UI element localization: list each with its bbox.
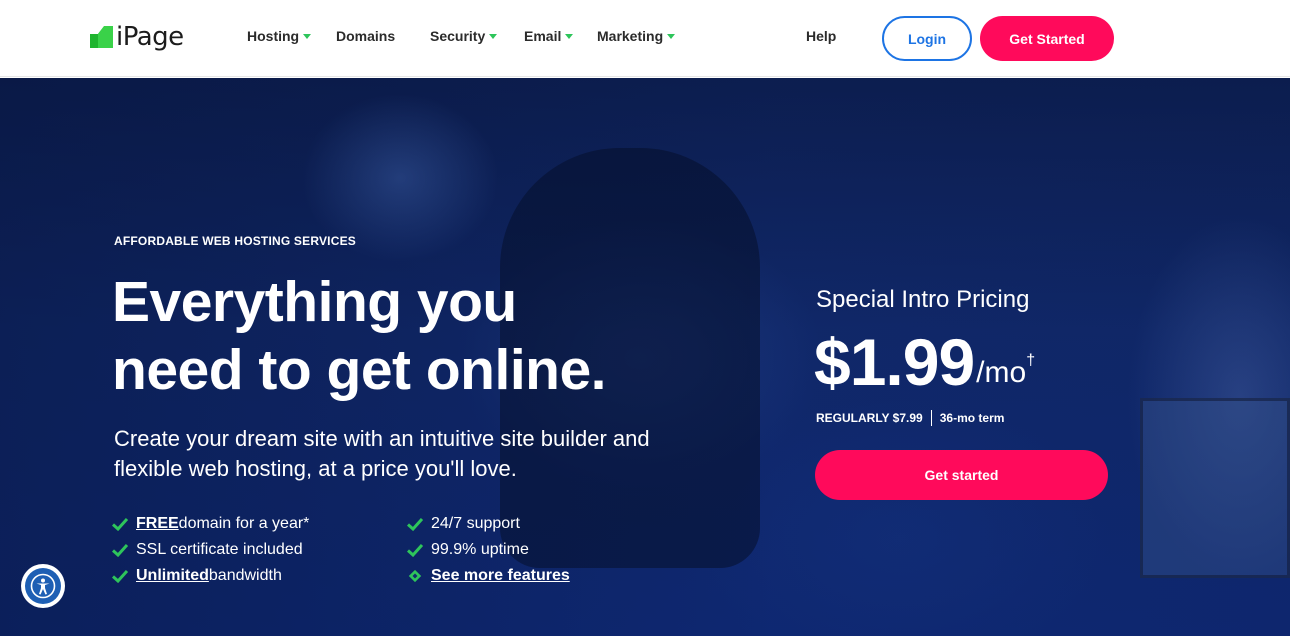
feature-free-domain: FREE domain for a year* [112,514,309,534]
ipage-logo[interactable]: iPage [90,20,184,54]
feature-text: SSL certificate included [136,541,303,558]
term-text: 36-mo term [939,411,1005,425]
accessibility-icon [30,573,56,599]
divider [930,410,932,426]
ipage-logo-icon [90,26,114,48]
logo-text: iPage [116,22,184,52]
see-more-features-label: See more features [431,567,570,584]
login-button[interactable]: Login [882,16,972,61]
regular-price: REGULARLY $7.99 36-mo term [816,410,1004,426]
check-icon [112,517,128,531]
nav-hosting[interactable]: Hosting [247,28,312,44]
headline-line-2: need to get online. [112,338,607,402]
price-amount: $1.99 [814,325,975,399]
nav-security[interactable]: Security [430,28,498,44]
feature-uptime: 99.9% uptime [407,540,529,560]
feature-ssl: SSL certificate included [112,540,303,560]
feature-text: 99.9% uptime [431,541,529,558]
nav-marketing-label: Marketing [597,28,664,44]
caret-down-icon [303,34,312,39]
price-dagger: † [1026,352,1036,369]
nav-email[interactable]: Email [524,28,574,44]
caret-down-icon [565,34,574,39]
see-more-features-link[interactable]: See more features [407,566,570,586]
headline-line-1: Everything you [112,270,517,334]
feature-bandwidth: Unlimited bandwidth [112,566,282,586]
feature-support: 24/7 support [407,514,520,534]
nav-help[interactable]: Help [806,28,836,44]
check-icon [112,543,128,557]
diamond-icon [408,569,422,583]
hero-eyebrow: AFFORDABLE WEB HOSTING SERVICES [114,234,356,248]
hero-headline: Everything you need to get online. [112,268,732,404]
nav-email-label: Email [524,28,562,44]
nav-help-label: Help [806,28,837,44]
feature-text: bandwidth [208,567,282,584]
accessibility-button[interactable] [21,564,65,608]
feature-text: 24/7 support [431,515,520,532]
caret-down-icon [489,34,498,39]
regular-price-text: REGULARLY $7.99 [816,411,923,425]
hero-subtext: Create your dream site with an intuitive… [114,426,650,481]
nav-domains-label: Domains [336,28,396,44]
check-icon [112,569,128,583]
caret-down-icon [667,34,676,39]
nav-security-label: Security [430,28,486,44]
check-icon [407,543,423,557]
header-get-started-button[interactable]: Get Started [980,16,1114,61]
feature-text: domain for a year* [178,515,310,532]
nav-hosting-label: Hosting [247,28,300,44]
check-icon [407,517,423,531]
nav-marketing[interactable]: Marketing [597,28,676,44]
pricing-label: Special Intro Pricing [816,286,1030,313]
price-unit: /mo [976,356,1027,389]
feature-unlimited-link[interactable]: Unlimited [136,567,209,585]
hero-section: AFFORDABLE WEB HOSTING SERVICES Everythi… [0,78,1290,636]
price: $1.99 /mo † [814,322,1035,402]
nav-domains[interactable]: Domains [336,28,395,44]
feature-free-link[interactable]: FREE [136,515,179,533]
hero-get-started-button[interactable]: Get started [815,450,1108,500]
site-header: iPage Hosting Domains Security Email Mar… [0,0,1290,77]
